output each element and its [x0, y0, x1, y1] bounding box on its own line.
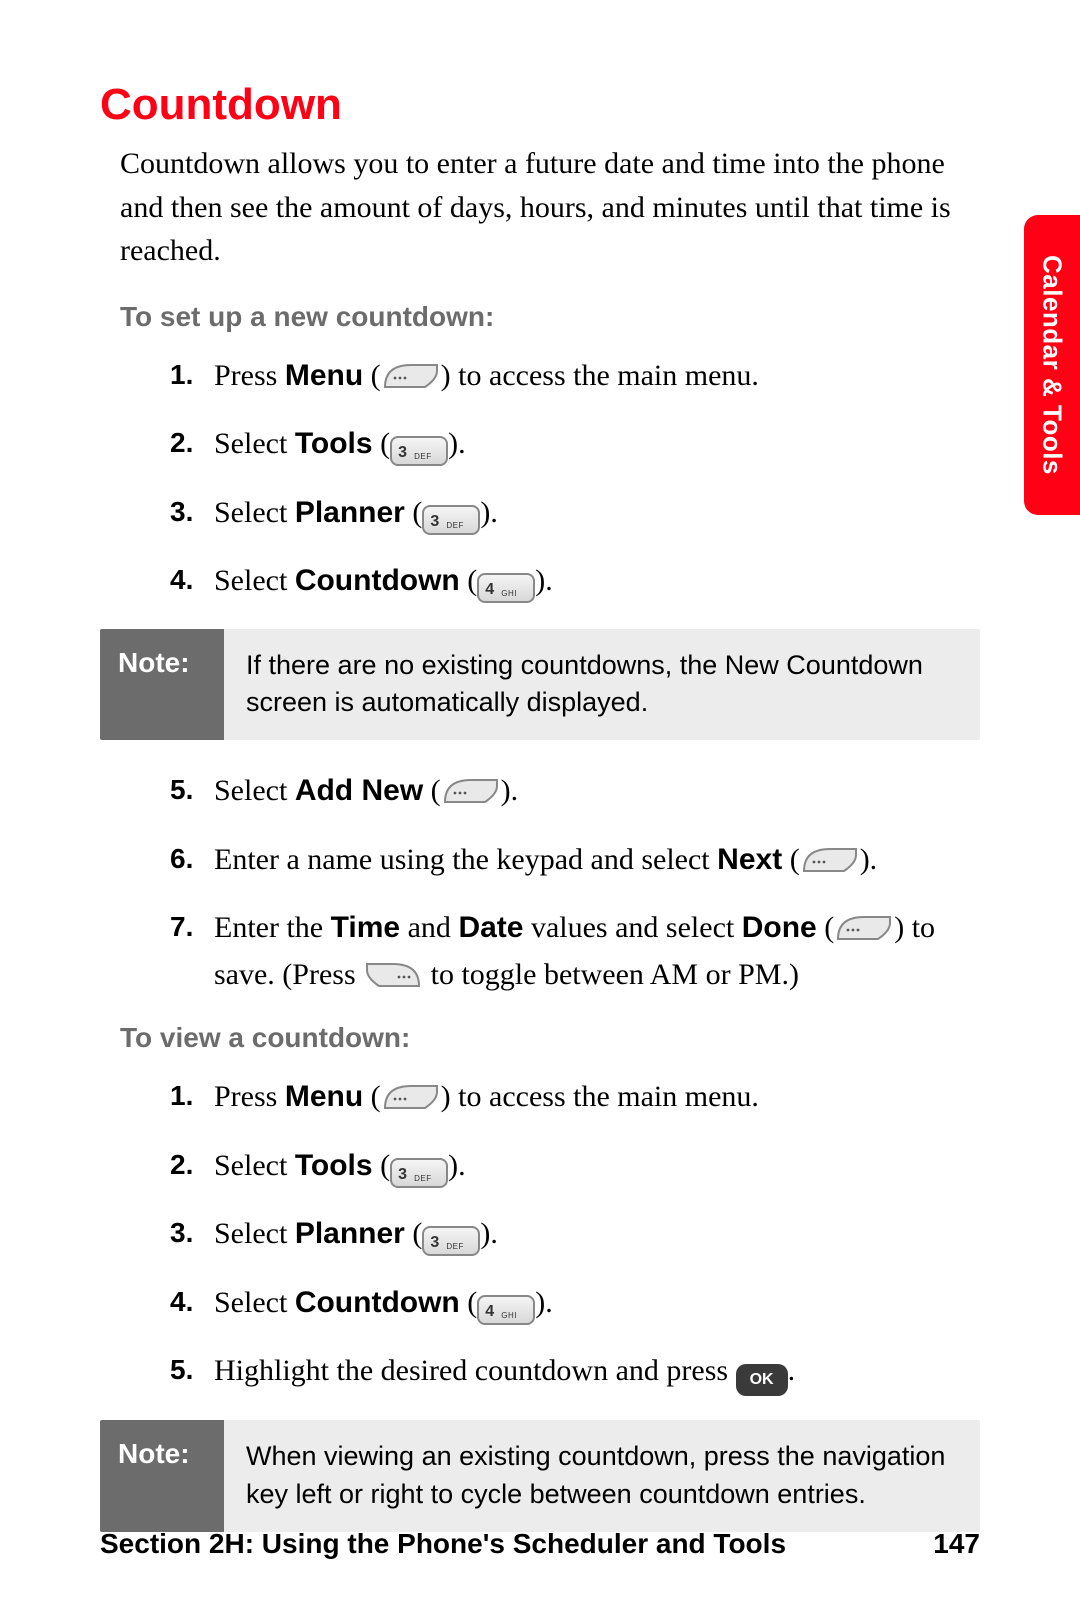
step-2: Select Tools (DEF).	[170, 421, 980, 468]
step-v1: Press Menu () to access the main menu.	[170, 1074, 980, 1121]
note-box-1: Note: If there are no existing countdown…	[100, 629, 980, 741]
step-7: Enter the Time and Date values and selec…	[170, 905, 980, 998]
key-4-icon: GHI	[477, 573, 535, 603]
manual-page: Calendar & Tools Countdown Countdown all…	[0, 0, 1080, 1620]
left-softkey-icon	[441, 776, 501, 806]
note-body: When viewing an existing countdown, pres…	[224, 1420, 980, 1532]
steps-view: Press Menu () to access the main menu. S…	[170, 1074, 980, 1396]
key-3-icon: DEF	[422, 505, 480, 535]
key-3-icon: DEF	[390, 1158, 448, 1188]
step-v2: Select Tools (DEF).	[170, 1143, 980, 1190]
steps-setup-cont: Select Add New (). Enter a name using th…	[170, 768, 980, 998]
intro-paragraph: Countdown allows you to enter a future d…	[120, 142, 980, 273]
step-5: Select Add New ().	[170, 768, 980, 815]
step-v5: Highlight the desired countdown and pres…	[170, 1348, 980, 1396]
page-number: 147	[933, 1528, 980, 1560]
key-3-icon: DEF	[422, 1226, 480, 1256]
left-softkey-icon	[381, 1082, 441, 1112]
note-body: If there are no existing countdowns, the…	[224, 629, 980, 741]
step-6: Enter a name using the keypad and select…	[170, 837, 980, 884]
step-1: Press Menu () to access the main menu.	[170, 353, 980, 400]
key-4-icon: GHI	[477, 1295, 535, 1325]
left-softkey-icon	[381, 361, 441, 391]
section-tab: Calendar & Tools	[1024, 215, 1080, 515]
step-4: Select Countdown (GHI).	[170, 558, 980, 605]
key-3-icon: DEF	[390, 436, 448, 466]
left-softkey-icon	[800, 845, 860, 875]
right-softkey-icon	[363, 960, 423, 990]
step-3: Select Planner (DEF).	[170, 490, 980, 537]
section-tab-label: Calendar & Tools	[1037, 255, 1068, 475]
page-footer: Section 2H: Using the Phone's Scheduler …	[100, 1528, 980, 1560]
step-v4: Select Countdown (GHI).	[170, 1280, 980, 1327]
subheading-view: To view a countdown:	[120, 1022, 980, 1054]
page-title: Countdown	[100, 80, 980, 130]
footer-section: Section 2H: Using the Phone's Scheduler …	[100, 1528, 786, 1560]
note-box-2: Note: When viewing an existing countdown…	[100, 1420, 980, 1532]
subheading-setup: To set up a new countdown:	[120, 301, 980, 333]
step-v3: Select Planner (DEF).	[170, 1211, 980, 1258]
note-label: Note:	[100, 629, 224, 741]
steps-setup: Press Menu () to access the main menu. S…	[170, 353, 980, 605]
left-softkey-icon	[834, 913, 894, 943]
ok-key-icon: OK	[736, 1364, 788, 1396]
note-label: Note:	[100, 1420, 224, 1532]
